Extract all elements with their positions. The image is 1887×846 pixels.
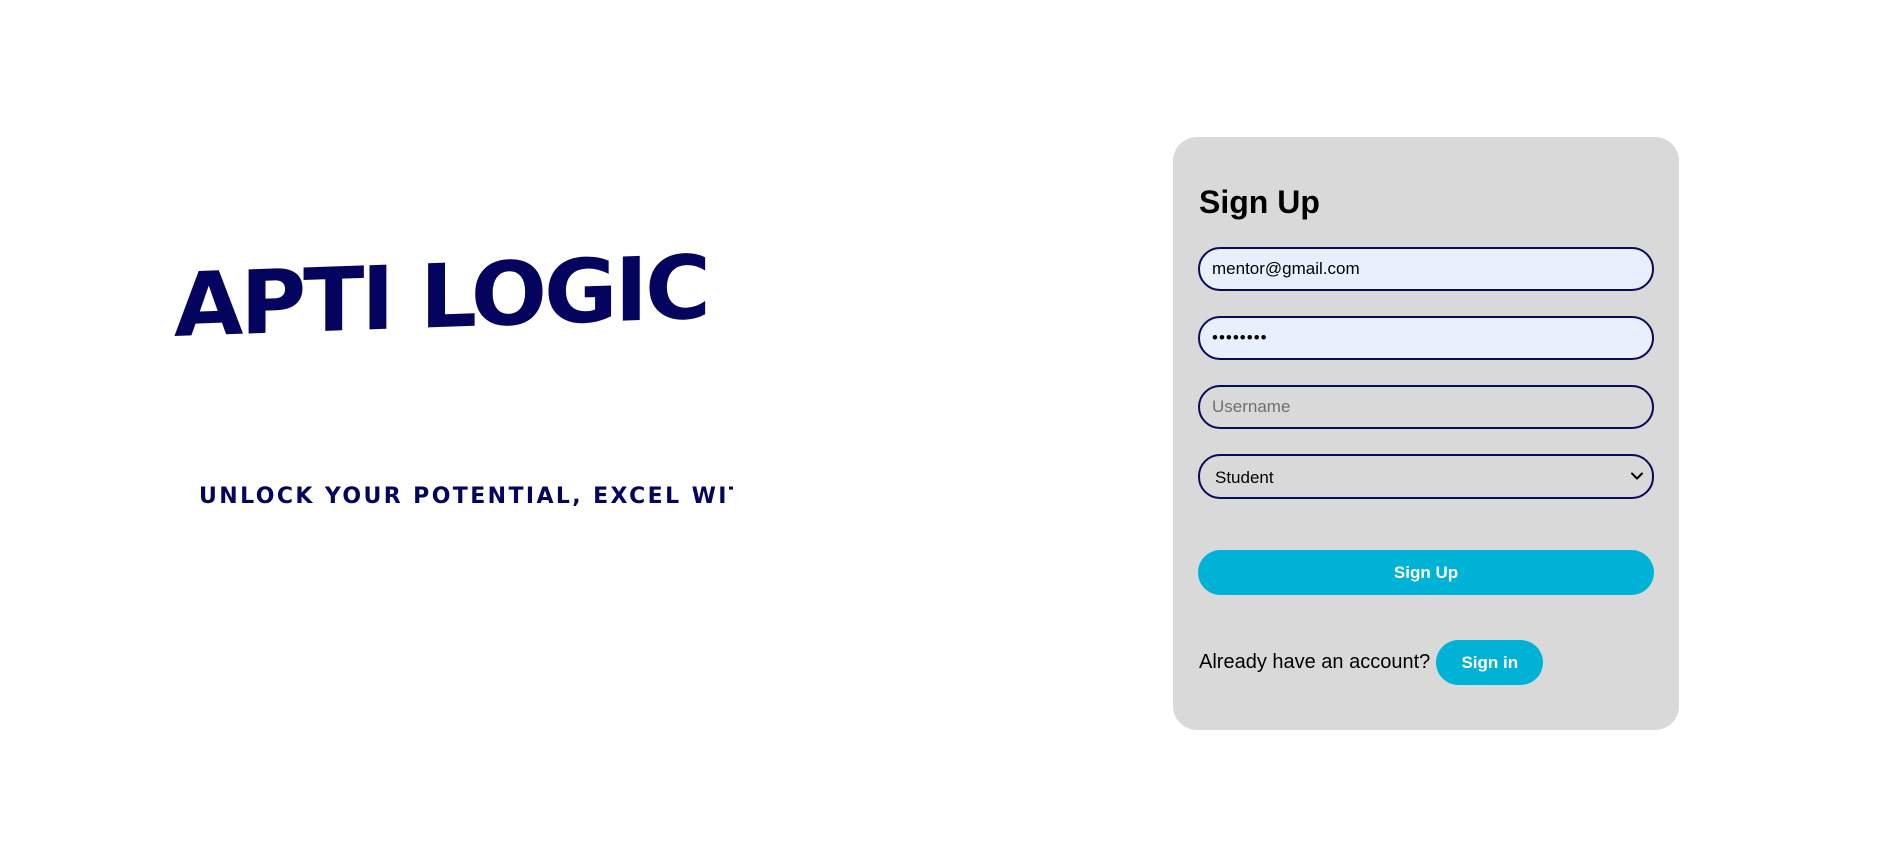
signup-card: Sign Up Student Sign Up Already have an …: [1173, 137, 1679, 730]
chevron-down-icon: [1631, 472, 1643, 480]
signup-title: Sign Up: [1199, 184, 1320, 220]
signup-button[interactable]: Sign Up: [1198, 550, 1654, 595]
brand-logo: APTI LOGIC: [174, 235, 708, 357]
account-prompt: Already have an account?: [1199, 651, 1431, 673]
tagline-container: Unlock Your Potential, Excel With Apti L…: [199, 484, 733, 509]
brand-tagline: Unlock Your Potential, Excel With Apti L…: [199, 484, 733, 509]
username-field[interactable]: [1198, 385, 1654, 429]
signin-row: Already have an account? Sign in: [1199, 640, 1544, 685]
signup-page: APTI LOGIC Unlock Your Potential, Excel …: [0, 0, 1887, 846]
password-field[interactable]: [1198, 316, 1654, 360]
role-select[interactable]: Student: [1198, 454, 1654, 499]
role-select-value: Student: [1215, 468, 1274, 487]
signin-button[interactable]: Sign in: [1436, 640, 1544, 685]
email-field[interactable]: [1198, 247, 1654, 291]
